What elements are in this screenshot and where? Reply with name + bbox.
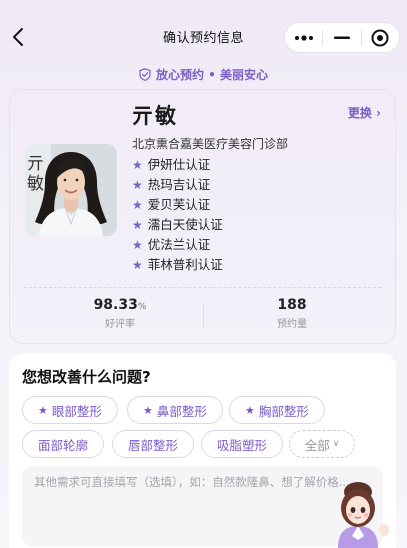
star-icon: ★ bbox=[132, 238, 143, 252]
star-icon: ★ bbox=[38, 403, 48, 417]
chip-liposuction[interactable]: 吸脂塑形 bbox=[201, 430, 283, 458]
change-doctor-link[interactable]: 更换 › bbox=[348, 104, 381, 121]
certification-item: ★ 优法兰认证 bbox=[132, 235, 223, 255]
minimize-icon bbox=[334, 36, 350, 39]
more-dots-icon bbox=[294, 34, 313, 41]
doctor-card: 亓敏 亓敏 更换 › 北京熏合嘉美医疗美容门诊部 ★ 伊妍仕认证 ★ 热玛吉认证 ★… bbox=[9, 89, 396, 344]
bookings-value: 188 bbox=[277, 297, 307, 313]
certification-item: ★ 伊妍仕认证 bbox=[132, 155, 223, 175]
star-icon: ★ bbox=[132, 198, 143, 212]
chevron-down-icon: ∨ bbox=[332, 439, 340, 449]
chip-nose[interactable]: ★ 鼻部整形 bbox=[127, 396, 223, 424]
chip-face-contour[interactable]: 面部轮廓 bbox=[22, 430, 104, 458]
certification-item: ★ 菲林普利认证 bbox=[132, 255, 223, 275]
assistant-mascot-icon[interactable] bbox=[318, 470, 398, 548]
bookings-stat: 188 预约量 bbox=[232, 297, 352, 330]
close-button[interactable] bbox=[362, 22, 399, 53]
star-icon: ★ bbox=[132, 178, 143, 192]
star-icon: ★ bbox=[245, 403, 255, 417]
tagline-text: 放心预约 • 美丽安心 bbox=[155, 67, 269, 82]
bookings-label: 预约量 bbox=[277, 319, 307, 330]
doctor-avatar: 亓敏 bbox=[25, 144, 117, 236]
minimize-button[interactable] bbox=[323, 22, 360, 53]
certification-list: ★ 伊妍仕认证 ★ 热玛吉认证 ★ 爱贝芙认证 ★ 濡白天使认证 ★ 优法兰认证 ★ 菲林普… bbox=[132, 155, 223, 275]
rating-label: 好评率 bbox=[105, 319, 135, 330]
chip-lips[interactable]: 唇部整形 bbox=[112, 430, 194, 458]
mini-program-capsule bbox=[284, 22, 400, 53]
more-button[interactable] bbox=[285, 22, 322, 53]
rating-value: 98.33% bbox=[93, 297, 147, 313]
rating-stat: 98.33% 好评率 bbox=[60, 297, 180, 330]
trust-tagline: 放心预约 • 美丽安心 bbox=[0, 65, 407, 83]
stat-divider bbox=[203, 303, 204, 327]
card-divider bbox=[24, 287, 381, 288]
chip-eye[interactable]: ★ 眼部整形 bbox=[22, 396, 118, 424]
star-icon: ★ bbox=[132, 258, 143, 272]
certification-item: ★ 热玛吉认证 bbox=[132, 175, 223, 195]
shield-check-icon bbox=[139, 67, 151, 81]
concern-title: 您想改善什么问题? bbox=[22, 368, 151, 386]
chip-chest[interactable]: ★ 胸部整形 bbox=[229, 396, 325, 424]
certification-item: ★ 濡白天使认证 bbox=[132, 215, 223, 235]
target-close-icon bbox=[371, 29, 389, 46]
certification-item: ★ 爱贝芙认证 bbox=[132, 195, 223, 215]
star-icon: ★ bbox=[143, 403, 153, 417]
navigation-bar: 确认预约信息 bbox=[0, 0, 407, 62]
doctor-name: 亓敏 bbox=[132, 104, 178, 128]
show-all-chips[interactable]: 全部 ∨ bbox=[289, 430, 355, 458]
clinic-name: 北京熏合嘉美医疗美容门诊部 bbox=[132, 137, 289, 151]
star-icon: ★ bbox=[132, 218, 143, 232]
photo-background-text: 亓敏 bbox=[27, 154, 44, 194]
star-icon: ★ bbox=[132, 158, 143, 172]
